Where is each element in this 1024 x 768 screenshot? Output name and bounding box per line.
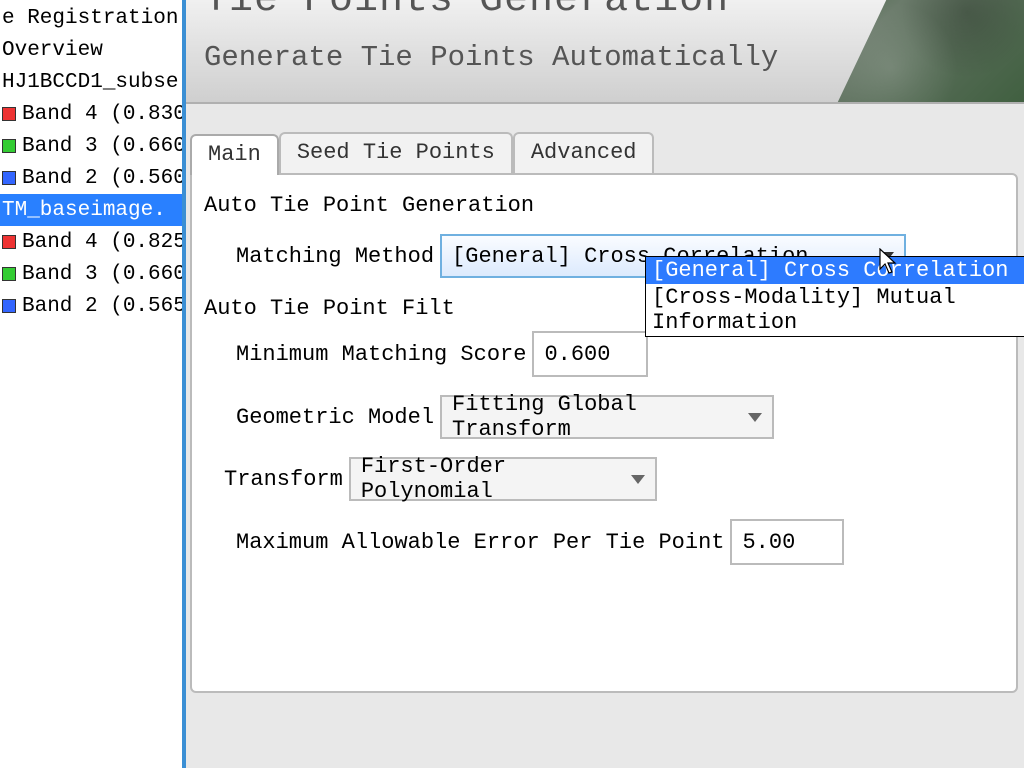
select-value: Fitting Global Transform: [452, 392, 736, 442]
tree-label: e Registration: [2, 7, 178, 30]
tree-item-band[interactable]: Band 3 (0.660: [0, 130, 182, 162]
tree-item[interactable]: e Registration: [0, 2, 182, 34]
tree-label: Band 3 (0.660: [22, 263, 182, 286]
band-swatch-icon: [2, 107, 16, 121]
tree-label: HJ1BCCD1_subse: [2, 71, 178, 94]
min-score-label: Minimum Matching Score: [236, 342, 526, 367]
tree-label: Band 2 (0.560: [22, 167, 182, 190]
panel-main: Auto Tie Point Generation Matching Metho…: [190, 173, 1018, 693]
section-title: Auto Tie Point Generation: [204, 193, 1004, 218]
min-score-input[interactable]: [532, 331, 648, 377]
select-value: First-Order Polynomial: [361, 454, 619, 504]
main-area: Tie Points Generation Generate Tie Point…: [186, 0, 1024, 768]
tree-item-band[interactable]: Band 2 (0.560: [0, 162, 182, 194]
band-swatch-icon: [2, 299, 16, 313]
tree-label: Band 4 (0.825: [22, 231, 182, 254]
band-swatch-icon: [2, 171, 16, 185]
tree-item-band[interactable]: Band 3 (0.660: [0, 258, 182, 290]
tree-label: Band 4 (0.830: [22, 103, 182, 126]
tab-seed-tie-points[interactable]: Seed Tie Points: [279, 132, 513, 173]
tree-label: Band 3 (0.660: [22, 135, 182, 158]
tab-main[interactable]: Main: [190, 134, 279, 175]
sidebar: e Registration Overview HJ1BCCD1_subse B…: [0, 0, 186, 768]
band-swatch-icon: [2, 235, 16, 249]
option-label: [General] Cross Correlation: [652, 258, 1008, 283]
band-swatch-icon: [2, 139, 16, 153]
matching-method-label: Matching Method: [236, 244, 434, 269]
dropdown-option[interactable]: [General] Cross Correlation: [646, 257, 1024, 284]
chevron-down-icon: [748, 413, 762, 422]
tree-label: Band 2 (0.565: [22, 295, 182, 318]
chevron-down-icon: [631, 475, 645, 484]
header: Tie Points Generation Generate Tie Point…: [186, 0, 1024, 104]
geometric-model-label: Geometric Model: [236, 405, 434, 430]
tab-label: Main: [208, 142, 261, 167]
matching-method-dropdown: [General] Cross Correlation [Cross-Modal…: [645, 256, 1024, 337]
tree-label: TM_baseimage.: [2, 199, 166, 222]
tree-label: Overview: [2, 39, 103, 62]
tree-item[interactable]: Overview: [0, 34, 182, 66]
tree-item-band[interactable]: Band 4 (0.825: [0, 226, 182, 258]
band-swatch-icon: [2, 267, 16, 281]
tabs: Main Seed Tie Points Advanced: [186, 132, 1024, 173]
max-error-label: Maximum Allowable Error Per Tie Point: [236, 530, 724, 555]
tree-item-band[interactable]: Band 4 (0.830: [0, 98, 182, 130]
transform-select[interactable]: First-Order Polynomial: [349, 457, 657, 501]
max-error-input[interactable]: [730, 519, 844, 565]
tab-label: Seed Tie Points: [297, 140, 495, 165]
option-label: [Cross-Modality] Mutual Information: [652, 285, 956, 335]
tree-item[interactable]: HJ1BCCD1_subse: [0, 66, 182, 98]
dropdown-option[interactable]: [Cross-Modality] Mutual Information: [646, 284, 1024, 336]
tree-item-band[interactable]: Band 2 (0.565: [0, 290, 182, 322]
tree-item-selected[interactable]: TM_baseimage.: [0, 194, 182, 226]
tab-advanced[interactable]: Advanced: [513, 132, 655, 173]
geometric-model-select[interactable]: Fitting Global Transform: [440, 395, 774, 439]
transform-label: Transform: [224, 467, 343, 492]
tab-label: Advanced: [531, 140, 637, 165]
